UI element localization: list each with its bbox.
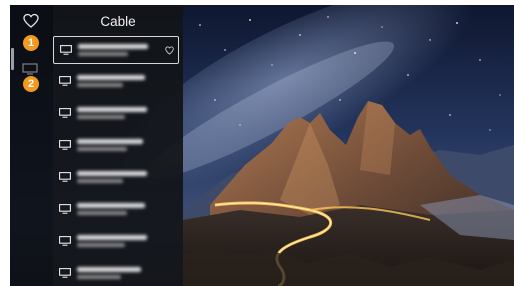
tv-icon <box>59 204 71 214</box>
channel-item[interactable] <box>53 132 179 160</box>
channel-item[interactable] <box>53 164 179 192</box>
panel-title: Cable <box>100 14 136 29</box>
channel-item[interactable] <box>53 100 179 128</box>
channel-list-panel: Cable <box>53 5 183 286</box>
channel-item[interactable] <box>53 228 179 256</box>
favorite-heart-icon[interactable] <box>165 46 174 55</box>
callout-badge-2: 2 <box>23 76 39 92</box>
tv-icon <box>59 76 71 86</box>
navigation-rail: 1 2 <box>10 5 53 286</box>
channel-name-blurred <box>77 266 149 282</box>
callout-badge-1: 1 <box>23 35 39 51</box>
tv-icon <box>59 172 71 182</box>
channel-item[interactable] <box>53 36 179 64</box>
channel-name-blurred <box>77 202 149 218</box>
channel-name-blurred <box>77 106 149 122</box>
channel-item[interactable] <box>53 68 179 96</box>
channel-name-blurred <box>77 170 149 186</box>
tv-icon[interactable] <box>22 63 38 75</box>
heart-icon[interactable] <box>23 13 39 29</box>
channel-name-blurred <box>77 74 149 90</box>
channel-item[interactable] <box>53 260 179 286</box>
channel-name-blurred <box>78 43 150 59</box>
tv-icon <box>59 268 71 278</box>
tv-screen: 1 2 Cable <box>10 5 514 286</box>
tv-icon <box>59 236 71 246</box>
tv-icon <box>60 45 72 55</box>
tv-icon <box>59 108 71 118</box>
channel-name-blurred <box>77 234 149 250</box>
rail-selection-indicator <box>11 48 14 70</box>
channel-name-blurred <box>77 138 149 154</box>
tv-icon <box>59 140 71 150</box>
channel-item[interactable] <box>53 196 179 224</box>
